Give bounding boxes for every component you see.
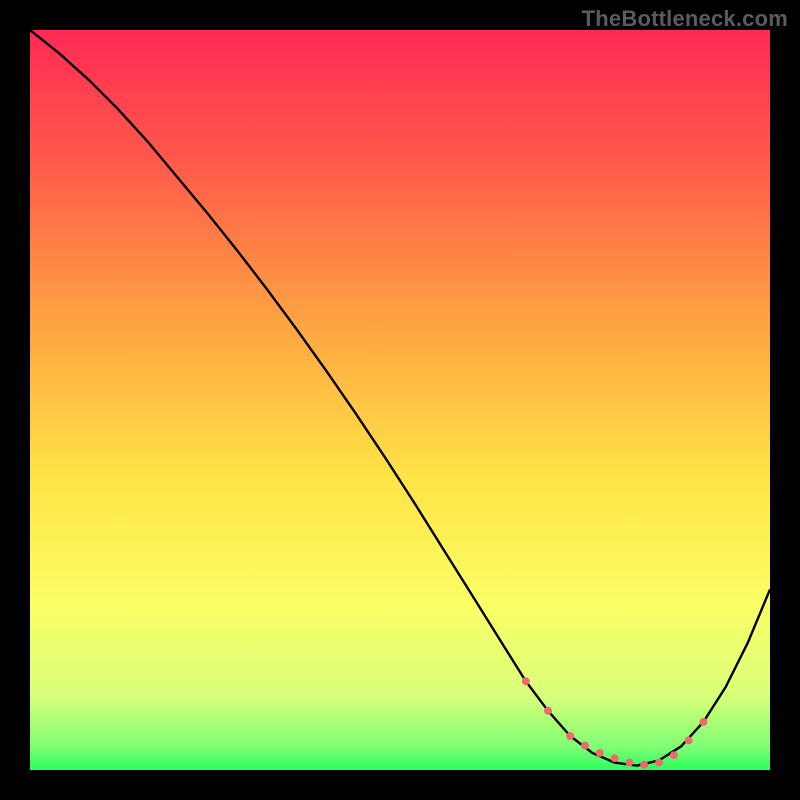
bottom-dot bbox=[685, 736, 693, 744]
bottom-dot bbox=[581, 742, 589, 750]
bottom-dot bbox=[611, 754, 619, 762]
watermark-text: TheBottleneck.com bbox=[582, 6, 788, 32]
bottom-dot bbox=[655, 759, 663, 767]
chart-svg bbox=[30, 30, 770, 770]
bottom-dot bbox=[544, 707, 552, 715]
bottom-dot bbox=[640, 761, 648, 769]
bottom-dot bbox=[670, 751, 678, 759]
bottom-dot bbox=[699, 718, 707, 726]
bottom-dot bbox=[522, 677, 530, 685]
chart-frame bbox=[30, 30, 770, 770]
chart-background bbox=[30, 30, 770, 770]
bottom-dot bbox=[625, 759, 633, 767]
bottom-dot bbox=[596, 749, 604, 757]
bottom-dot bbox=[566, 732, 574, 740]
